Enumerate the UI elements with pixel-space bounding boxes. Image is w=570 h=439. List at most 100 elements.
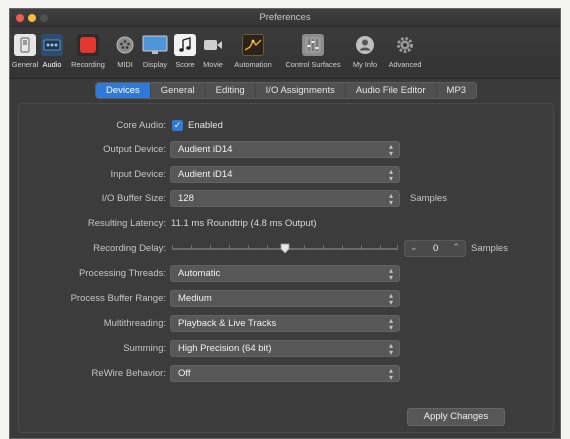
row-input-device: Input Device: Audient iD14 ▴ ▾: [19, 166, 553, 184]
recording-delay-stepper[interactable]: ⌄ 0 ⌃: [404, 240, 466, 257]
slider-tick: [304, 245, 305, 250]
switch-icon: [14, 34, 36, 56]
slider-tick: [267, 245, 268, 250]
toolbar-label: Recording: [71, 60, 105, 69]
tab-mp3[interactable]: MP3: [437, 83, 477, 98]
toolbar-label: Display: [142, 60, 168, 69]
toolbar-item-recording[interactable]: Recording: [65, 27, 111, 79]
toolbar-label: Advanced: [388, 60, 422, 69]
updown-chevron-icon: ▴ ▾: [388, 266, 393, 282]
row-core-audio: Core Audio: ✓ Enabled: [19, 117, 553, 135]
updown-chevron-icon: ▴ ▾: [388, 167, 393, 183]
process-buffer-range-value: Medium: [178, 293, 212, 304]
music-note-icon: [174, 34, 196, 56]
toolbar-item-midi[interactable]: MIDI: [111, 27, 139, 79]
toolbar-item-display[interactable]: Display: [139, 27, 171, 79]
updown-chevron-icon: ▴ ▾: [388, 191, 393, 207]
summing-label: Summing:: [123, 343, 166, 354]
display-icon: [142, 34, 168, 56]
slider-tick: [248, 245, 249, 250]
toolbar-label: MIDI: [117, 60, 133, 69]
updown-chevron-icon: ▴ ▾: [388, 316, 393, 332]
core-audio-enabled-label[interactable]: Enabled: [188, 120, 223, 131]
resulting-latency-value: 11.1 ms Roundtrip (4.8 ms Output): [171, 218, 317, 229]
audio-interface-icon: [41, 34, 63, 56]
io-buffer-size-popup[interactable]: 128 ▴ ▾: [170, 190, 400, 207]
process-buffer-range-label: Process Buffer Range:: [70, 293, 166, 304]
chevron-down-icon[interactable]: ⌄: [410, 242, 418, 253]
preferences-toolbar: General Audio Recording MIDI Display Sco…: [10, 27, 560, 79]
slider-tick: [229, 245, 230, 250]
slider-tick: [210, 245, 211, 250]
toolbar-item-automation[interactable]: Automation: [227, 27, 279, 79]
processing-threads-value: Automatic: [178, 268, 221, 279]
summing-value: High Precision (64 bit): [178, 343, 272, 354]
tab-io-assignments[interactable]: I/O Assignments: [256, 83, 346, 98]
toolbar-item-score[interactable]: Score: [171, 27, 199, 79]
slider-tick: [172, 245, 173, 250]
slider-tick: [361, 245, 362, 250]
recording-delay-label: Recording Delay:: [93, 243, 166, 254]
tab-audio-file-editor[interactable]: Audio File Editor: [346, 83, 437, 98]
midi-port-icon: [114, 34, 136, 56]
window-title: Preferences: [259, 12, 311, 23]
toolbar-label: My Info: [352, 60, 378, 69]
updown-chevron-icon: ▴ ▾: [388, 341, 393, 357]
input-device-popup[interactable]: Audient iD14 ▴ ▾: [170, 166, 400, 183]
io-buffer-size-value: 128: [178, 193, 194, 204]
output-device-popup[interactable]: Audient iD14 ▴ ▾: [170, 141, 400, 158]
multithreading-popup[interactable]: Playback & Live Tracks ▴ ▾: [170, 315, 400, 332]
gear-icon: [394, 34, 416, 56]
checkmark-icon: ✓: [173, 120, 182, 130]
tab-editing[interactable]: Editing: [206, 83, 256, 98]
row-rewire-behavior: ReWire Behavior: Off ▴ ▾: [19, 365, 553, 383]
process-buffer-range-popup[interactable]: Medium ▴ ▾: [170, 290, 400, 307]
movie-camera-icon: [202, 34, 224, 56]
toolbar-item-audio[interactable]: Audio: [39, 27, 65, 79]
row-summing: Summing: High Precision (64 bit) ▴ ▾: [19, 340, 553, 358]
io-buffer-size-unit: Samples: [410, 193, 447, 204]
output-device-label: Output Device:: [103, 144, 166, 155]
toolbar-label: Movie: [203, 60, 223, 69]
processing-threads-popup[interactable]: Automatic ▴ ▾: [170, 265, 400, 282]
updown-chevron-icon: ▴ ▾: [388, 366, 393, 382]
core-audio-label: Core Audio:: [116, 120, 166, 131]
mixer-icon: [302, 34, 324, 56]
toolbar-label: General: [11, 60, 39, 69]
updown-chevron-icon: ▴ ▾: [388, 142, 393, 158]
io-buffer-size-label: I/O Buffer Size:: [101, 193, 166, 204]
toolbar-label: Audio: [42, 60, 62, 69]
toolbar-item-my-info[interactable]: My Info: [347, 27, 383, 79]
toolbar-item-advanced[interactable]: Advanced: [383, 27, 427, 79]
slider-tick: [191, 245, 192, 250]
rewire-behavior-value: Off: [178, 368, 191, 379]
row-processing-threads: Processing Threads: Automatic ▴ ▾: [19, 265, 553, 283]
apply-changes-button[interactable]: Apply Changes: [407, 408, 505, 426]
summing-popup[interactable]: High Precision (64 bit) ▴ ▾: [170, 340, 400, 357]
record-icon: [77, 34, 99, 56]
resulting-latency-label: Resulting Latency:: [87, 218, 166, 229]
audio-tab-bar: Devices General Editing I/O Assignments …: [10, 80, 560, 102]
preferences-window: Preferences General Audio Recording MIDI: [9, 8, 561, 439]
slider-tick: [342, 245, 343, 250]
toolbar-item-control-surfaces[interactable]: Control Surfaces: [279, 27, 347, 79]
core-audio-enabled-checkbox[interactable]: ✓: [172, 120, 183, 131]
user-icon: [354, 34, 376, 56]
recording-delay-value[interactable]: 0: [433, 243, 438, 254]
devices-panel: Core Audio: ✓ Enabled Output Device: Aud…: [18, 103, 554, 433]
recording-delay-unit: Samples: [471, 243, 508, 254]
slider-tick: [397, 245, 398, 250]
updown-chevron-icon: ▴ ▾: [388, 291, 393, 307]
toolbar-item-movie[interactable]: Movie: [199, 27, 227, 79]
slider-tick: [323, 245, 324, 250]
chevron-up-icon[interactable]: ⌃: [452, 242, 460, 253]
toolbar-label: Control Surfaces: [285, 60, 341, 69]
slider-knob[interactable]: [280, 243, 290, 254]
tab-devices[interactable]: Devices: [96, 83, 151, 98]
toolbar-item-general[interactable]: General: [11, 27, 39, 79]
rewire-behavior-popup[interactable]: Off ▴ ▾: [170, 365, 400, 382]
tab-general[interactable]: General: [151, 83, 206, 98]
multithreading-label: Multithreading:: [103, 318, 166, 329]
toolbar-label: Automation: [234, 60, 272, 69]
title-bar: Preferences: [10, 9, 560, 27]
